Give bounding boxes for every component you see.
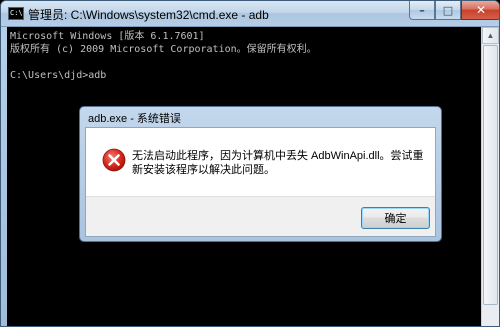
cmd-window: C:\ 管理员: C:\Windows\system32\cmd.exe - a…: [0, 0, 500, 327]
minimize-icon: –: [419, 3, 425, 17]
console-line: 版权所有 (c) 2009 Microsoft Corporation。保留所有…: [10, 44, 317, 55]
maximize-button[interactable]: □: [435, 1, 461, 20]
window-title: 管理员: C:\Windows\system32\cmd.exe - adb: [28, 8, 269, 22]
window-titlebar[interactable]: C:\ 管理员: C:\Windows\system32\cmd.exe - a…: [1, 1, 499, 27]
dialog-titlebar[interactable]: adb.exe - 系统错误: [80, 107, 441, 127]
console-prompt-line: C:\Users\djd>adb: [10, 70, 107, 81]
close-icon: ✕: [475, 3, 487, 17]
dialog-message: 无法启动此程序，因为计算机中丢失 AdbWinApi.dll。尝试重新安装该程序…: [132, 150, 424, 176]
dialog-body: 无法启动此程序，因为计算机中丢失 AdbWinApi.dll。尝试重新安装该程序…: [85, 127, 436, 237]
console-line: Microsoft Windows [版本 6.1.7601]: [10, 31, 205, 42]
scroll-thumb[interactable]: [483, 45, 498, 305]
close-button[interactable]: ✕: [461, 1, 499, 20]
ok-button[interactable]: 确定: [361, 207, 430, 229]
maximize-icon: □: [442, 3, 454, 17]
dialog-title: adb.exe - 系统错误: [88, 113, 181, 125]
dialog-footer: 确定: [86, 196, 435, 236]
cmd-icon[interactable]: C:\: [8, 7, 24, 20]
error-icon: [102, 148, 126, 172]
minimize-button[interactable]: –: [409, 1, 435, 20]
vertical-scrollbar[interactable]: ▲: [481, 27, 499, 326]
scroll-up-arrow[interactable]: ▲: [482, 27, 499, 44]
error-dialog: adb.exe - 系统错误 无法启动此程序，因为计算机中丢失 AdbWinAp…: [79, 106, 442, 242]
